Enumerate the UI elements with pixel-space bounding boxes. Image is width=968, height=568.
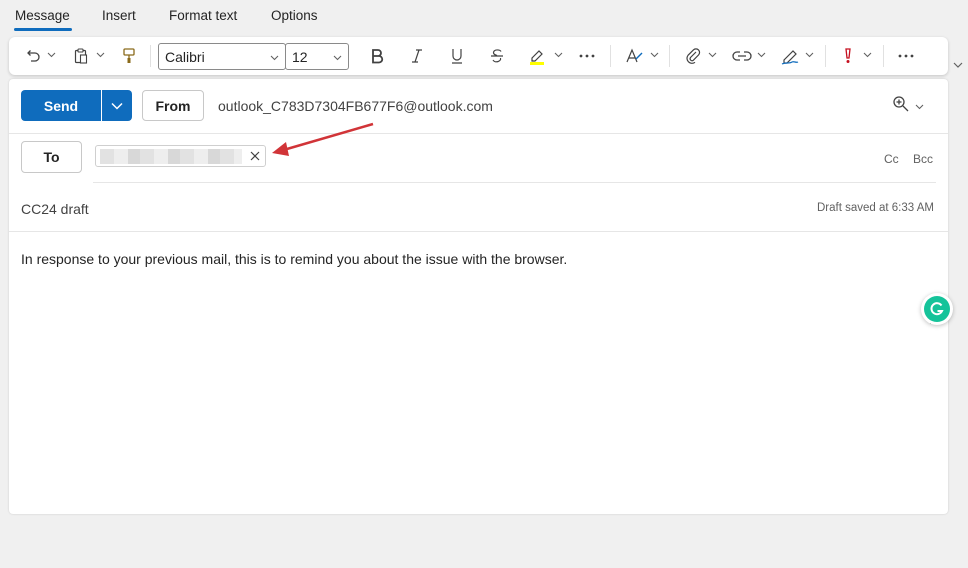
underline-icon[interactable] [447, 46, 467, 66]
zoom-dropdown-chevron-icon[interactable] [915, 102, 924, 111]
tab-message[interactable]: Message [15, 8, 70, 23]
collapse-ribbon-chevron-icon[interactable] [952, 60, 964, 70]
toolbar-separator [610, 45, 611, 67]
grammarly-icon [924, 296, 950, 322]
styles-icon[interactable] [624, 46, 646, 66]
overflow-icon[interactable] [896, 46, 916, 66]
font-size-chevron-icon [333, 55, 342, 61]
font-name-value: Calibri [165, 49, 205, 65]
ribbon-tabs: Message Insert Format text Options [0, 0, 968, 34]
to-button[interactable]: To [21, 141, 82, 173]
styles-dropdown-chevron-icon[interactable] [650, 50, 659, 59]
grammarly-button[interactable] [921, 293, 953, 325]
font-name-select[interactable]: Calibri [158, 43, 286, 70]
from-button[interactable]: From [142, 90, 204, 121]
message-body[interactable]: In response to your previous mail, this … [21, 251, 567, 267]
divider [9, 133, 948, 134]
subject-field[interactable]: CC24 draft [21, 201, 89, 217]
tab-options[interactable]: Options [271, 8, 318, 23]
send-button[interactable]: Send [21, 90, 101, 121]
recipient-chip[interactable] [95, 145, 266, 167]
clipboard-icon[interactable] [71, 46, 91, 66]
more-formatting-icon[interactable] [577, 46, 597, 66]
send-options-button[interactable] [101, 90, 132, 121]
chevron-down-icon [111, 102, 123, 110]
active-tab-indicator [14, 28, 72, 31]
remove-recipient-close-icon[interactable] [248, 149, 262, 163]
divider [9, 231, 948, 232]
tab-format-text[interactable]: Format text [169, 8, 237, 23]
highlight-dropdown-chevron-icon[interactable] [554, 50, 563, 59]
zoom-icon[interactable] [892, 95, 910, 113]
toolbar-separator [150, 45, 151, 67]
font-name-chevron-icon [270, 55, 279, 61]
bold-icon[interactable] [367, 46, 387, 66]
clipboard-dropdown-chevron-icon[interactable] [96, 50, 105, 59]
recipient-redacted [100, 149, 242, 164]
toolbar-separator [825, 45, 826, 67]
attach-dropdown-chevron-icon[interactable] [708, 50, 717, 59]
highlight-icon[interactable] [527, 46, 547, 66]
link-dropdown-chevron-icon[interactable] [757, 50, 766, 59]
strikethrough-icon[interactable] [487, 46, 507, 66]
signature-dropdown-chevron-icon[interactable] [805, 50, 814, 59]
format-painter-icon[interactable] [120, 46, 138, 66]
toolbar-separator [669, 45, 670, 67]
cc-button[interactable]: Cc [884, 152, 899, 166]
undo-dropdown-chevron-icon[interactable] [47, 50, 56, 59]
italic-icon[interactable] [407, 46, 427, 66]
bcc-button[interactable]: Bcc [913, 152, 933, 166]
signature-icon[interactable] [779, 46, 801, 66]
undo-icon[interactable] [23, 46, 43, 66]
importance-icon[interactable] [840, 46, 856, 66]
divider [93, 182, 936, 183]
draft-status: Draft saved at 6:33 AM [817, 202, 934, 214]
ribbon-toolbar: Calibri 12 [9, 37, 948, 75]
from-address: outlook_C783D7304FB677F6@outlook.com [218, 98, 493, 114]
importance-dropdown-chevron-icon[interactable] [863, 50, 872, 59]
attach-icon[interactable] [683, 46, 703, 66]
tab-insert[interactable]: Insert [102, 8, 136, 23]
compose-pane: Send From outlook_C783D7304FB677F6@outlo… [9, 79, 953, 514]
link-icon[interactable] [731, 46, 753, 66]
font-size-value: 12 [292, 49, 308, 65]
font-size-select[interactable]: 12 [285, 43, 349, 70]
toolbar-separator [883, 45, 884, 67]
